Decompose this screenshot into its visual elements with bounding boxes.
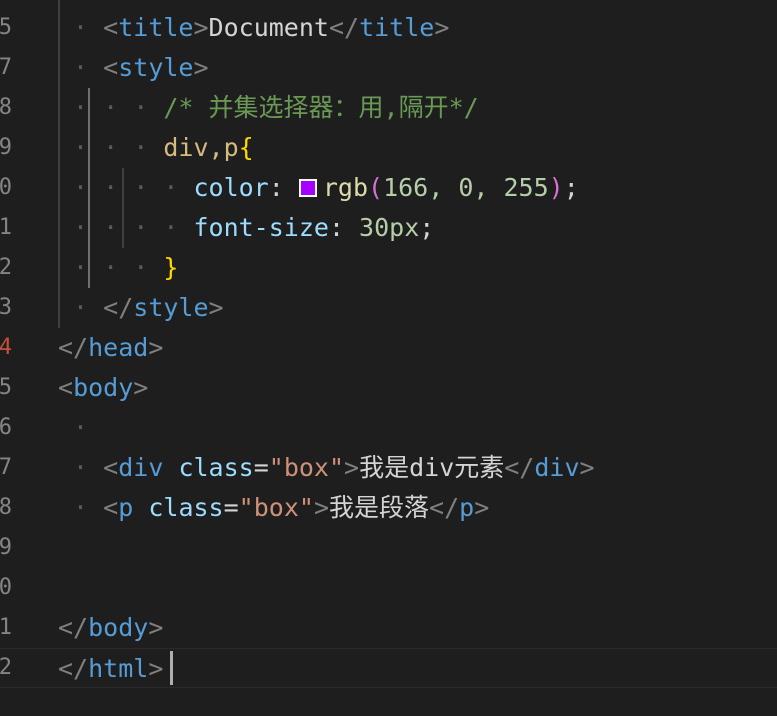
line-number: 8 — [0, 495, 12, 520]
body-tag-open: body — [73, 373, 134, 402]
div-tag-open: div — [118, 453, 164, 482]
code-line: <body> — [58, 373, 149, 402]
code-line: · · · · color: rgb(166, 0, 255); — [58, 173, 579, 202]
css-comment: /* 并集选择器：用,隔开*/ — [163, 93, 479, 122]
line-number: 0 — [0, 175, 12, 200]
html-tag-close: html — [88, 654, 149, 683]
p-tag-close: p — [459, 493, 475, 522]
text-cursor — [170, 651, 173, 685]
p-text: 我是段落 — [329, 493, 430, 522]
code-line: · </style> — [58, 293, 224, 322]
line-number: 5 — [0, 375, 12, 400]
code-line: </body> — [58, 613, 164, 642]
div-text: 我是div元素 — [359, 453, 505, 482]
color-swatch[interactable] — [298, 179, 317, 197]
code-editor[interactable]: 5 7 8 9 0 1 2 3 4 5 6 7 8 9 0 1 2 · <tit… — [0, 0, 777, 716]
class-attribute: class — [178, 453, 254, 482]
css-selector: div,p — [163, 133, 239, 162]
code-line: </head> — [58, 333, 164, 362]
title-tag-open: title — [118, 13, 194, 42]
code-line: · <title>Document</title> — [58, 13, 450, 42]
line-number: 3 — [0, 295, 12, 320]
code-line: · <div class="box">我是div元素</div> — [58, 453, 595, 482]
code-line: · · · } — [58, 253, 179, 282]
style-tag-open: style — [118, 53, 194, 82]
font-size-value: 30px — [359, 213, 420, 242]
line-number: 6 — [0, 415, 12, 440]
line-number: 8 — [0, 95, 12, 120]
font-size-property: font-size — [193, 213, 329, 242]
code-line: · — [58, 413, 104, 442]
line-number: 1 — [0, 615, 12, 640]
line-number: 0 — [0, 575, 12, 600]
current-code-line: </html> — [0, 648, 777, 688]
class-value: "box" — [238, 493, 314, 522]
p-tag-open: p — [118, 493, 134, 522]
line-number: 5 — [0, 15, 12, 40]
line-number: 7 — [0, 55, 12, 80]
code-line: · · · div,p{ — [58, 133, 254, 162]
title-tag-close: title — [359, 13, 435, 42]
class-value: "box" — [268, 453, 345, 482]
color-value: rgb(166, 0, 255) — [322, 173, 564, 202]
code-line: · <p class="box">我是段落</p> — [58, 493, 490, 522]
line-number: 4 — [0, 335, 12, 360]
body-tag-close: body — [88, 613, 149, 642]
line-number: 1 — [0, 215, 12, 240]
code-line: · <style> — [58, 53, 209, 82]
style-tag-close: style — [133, 293, 209, 322]
line-number: 7 — [0, 455, 12, 480]
head-tag-close: head — [88, 333, 149, 362]
color-property: color — [193, 173, 269, 202]
line-number-gutter: 5 7 8 9 0 1 2 3 4 5 6 7 8 9 0 1 2 — [0, 0, 14, 716]
div-tag-close: div — [534, 453, 580, 482]
line-number: 2 — [0, 255, 12, 280]
line-number: 9 — [0, 535, 12, 560]
code-area[interactable]: · <title>Document</title> · <style> · · … — [0, 0, 777, 716]
code-line: · · · · font-size: 30px; — [58, 213, 435, 242]
class-attribute: class — [148, 493, 224, 522]
code-line: · · · /* 并集选择器：用,隔开*/ — [58, 93, 479, 122]
title-text: Document — [208, 13, 329, 42]
line-number: 9 — [0, 135, 12, 160]
